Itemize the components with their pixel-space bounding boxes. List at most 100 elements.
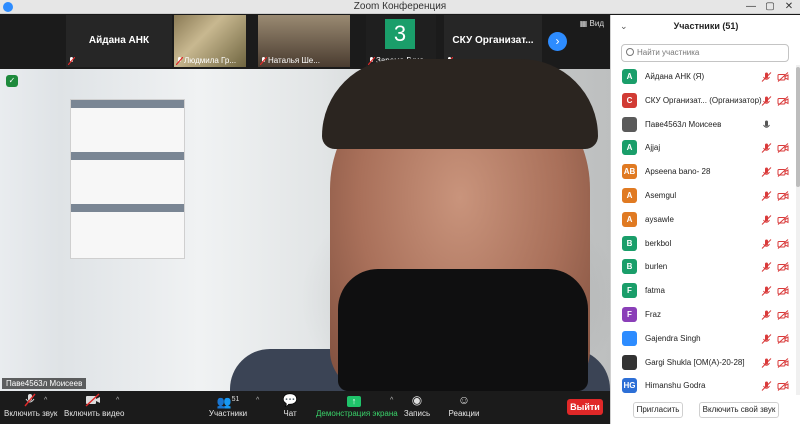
participant-search-input[interactable]: Найти участника bbox=[621, 44, 789, 62]
video-off-icon bbox=[777, 191, 789, 201]
participant-row[interactable]: A Айдана АНК (Я) bbox=[611, 65, 795, 89]
video-tile[interactable]: Наталья Ше... bbox=[258, 15, 350, 67]
participant-row[interactable]: Ffatma bbox=[611, 279, 795, 303]
participant-name: aysawle bbox=[645, 214, 674, 224]
participant-name: Gajendra Singh bbox=[645, 333, 701, 343]
record-button[interactable]: ◉ Запись bbox=[402, 393, 432, 423]
mic-muted-icon bbox=[761, 95, 772, 106]
mic-muted-icon bbox=[761, 214, 772, 225]
participant-row[interactable]: C СКУ Организат... (Организатор) bbox=[611, 89, 795, 113]
start-video-button[interactable]: Включить видео bbox=[64, 393, 125, 423]
tile-label: Наталья Ше... bbox=[268, 56, 320, 65]
video-off-icon bbox=[85, 393, 100, 407]
participant-row[interactable]: Паве4563л Моисеев bbox=[611, 113, 795, 137]
avatar: A bbox=[622, 211, 637, 227]
participant-row[interactable]: F Fraz bbox=[611, 303, 795, 327]
participant-name: Айдана АНК (Я) bbox=[645, 72, 705, 81]
video-off-icon bbox=[777, 72, 789, 82]
avatar: C bbox=[622, 92, 637, 108]
video-area: Айдана АНК Людмила Гр... Наталья Ше... 3… bbox=[0, 15, 610, 391]
video-off-icon bbox=[777, 381, 789, 392]
participants-options-caret[interactable]: ^ bbox=[256, 397, 259, 404]
participant-row[interactable]: A Ajjaj bbox=[611, 136, 795, 160]
mic-muted-icon bbox=[761, 72, 772, 82]
speaker-name-label: Паве4563л Моисеев bbox=[2, 378, 87, 389]
chat-label: Чат bbox=[283, 409, 297, 418]
share-screen-button[interactable]: ↑ Демонстрация экрана bbox=[316, 393, 398, 423]
mic-muted-icon bbox=[260, 57, 267, 65]
mic-muted-icon bbox=[24, 393, 36, 407]
minimize-button[interactable]: — bbox=[742, 0, 760, 14]
search-icon bbox=[626, 48, 634, 56]
mic-muted-icon bbox=[761, 310, 772, 320]
avatar-square: 3 bbox=[385, 19, 415, 49]
video-off-icon bbox=[777, 333, 789, 344]
participants-icon: 👥51 bbox=[216, 395, 240, 409]
video-off-icon bbox=[777, 286, 789, 297]
wall-calendar bbox=[70, 99, 185, 259]
panel-footer: Пригласить Включить свой звук bbox=[611, 399, 800, 424]
avatar: AB bbox=[622, 164, 637, 180]
video-options-caret[interactable]: ^ bbox=[116, 397, 119, 404]
invite-button[interactable]: Пригласить bbox=[633, 402, 683, 418]
audio-options-caret[interactable]: ^ bbox=[44, 397, 47, 404]
participants-button[interactable]: 👥51 Участники bbox=[208, 393, 248, 423]
video-off-icon bbox=[777, 310, 789, 320]
window-title: Zoom Конференция bbox=[353, 1, 447, 12]
participant-row[interactable]: HG Himanshu Godra bbox=[611, 374, 795, 395]
view-label: Вид bbox=[589, 19, 604, 28]
participant-name: Asemgul bbox=[645, 191, 677, 200]
speaker-mask bbox=[338, 269, 588, 391]
video-tile[interactable]: Людмила Гр... bbox=[174, 15, 246, 67]
record-label: Запись bbox=[403, 409, 431, 418]
avatar: F bbox=[622, 283, 637, 299]
close-button[interactable]: ✕ bbox=[780, 0, 798, 14]
participant-row[interactable]: Bberkbol bbox=[611, 232, 795, 256]
meeting-toolbar: Включить звук ^ Включить видео ^ 👥51 Уча… bbox=[0, 391, 610, 424]
share-screen-icon: ↑ bbox=[316, 393, 392, 407]
speaker-hair bbox=[322, 59, 598, 149]
reactions-button[interactable]: ☺ Реакции bbox=[448, 393, 480, 423]
avatar: A bbox=[622, 69, 637, 84]
participant-list-scrollbar[interactable] bbox=[796, 65, 800, 395]
encryption-shield-icon[interactable]: ✓ bbox=[6, 75, 18, 87]
chat-icon: 💬 bbox=[282, 393, 298, 407]
unmute-button[interactable]: Включить звук bbox=[4, 393, 57, 423]
participants-count: 51 bbox=[231, 396, 240, 403]
avatar: HG bbox=[622, 378, 637, 394]
next-page-button[interactable]: › bbox=[548, 32, 567, 51]
mic-muted-icon bbox=[761, 381, 772, 392]
tile-name: Айдана АНК bbox=[88, 35, 150, 46]
panel-header: ⌄ Участники (51) bbox=[611, 15, 800, 37]
view-button[interactable]: ▦ Вид bbox=[580, 19, 604, 28]
participant-row[interactable]: Gargi Shukla [OM(A)-20-28] bbox=[611, 351, 795, 375]
unmute-self-button[interactable]: Включить свой звук bbox=[699, 402, 779, 418]
video-off-icon bbox=[777, 95, 789, 106]
mic-muted-icon bbox=[761, 167, 772, 178]
mic-muted-icon bbox=[176, 57, 183, 65]
avatar: A bbox=[622, 140, 637, 156]
avatar: B bbox=[622, 235, 637, 251]
share-options-caret[interactable]: ^ bbox=[390, 397, 393, 404]
share-screen-label: Демонстрация экрана bbox=[316, 409, 398, 418]
scrollbar-thumb[interactable] bbox=[796, 67, 800, 187]
video-off-icon bbox=[777, 238, 789, 249]
leave-meeting-button[interactable]: Выйти bbox=[567, 399, 603, 415]
title-bar: Zoom Конференция — ▢ ✕ bbox=[0, 0, 800, 14]
video-off-icon bbox=[777, 262, 789, 273]
chat-button[interactable]: 💬 Чат bbox=[278, 393, 302, 423]
search-placeholder: Найти участника bbox=[637, 48, 700, 57]
participant-row[interactable]: AB Apseena bano- 28 bbox=[611, 160, 795, 184]
participant-name: Apseena bano- 28 bbox=[645, 167, 711, 177]
participant-row[interactable]: Aaysawle bbox=[611, 208, 795, 232]
mic-muted-icon bbox=[761, 262, 772, 273]
tile-name: СКУ Организат... bbox=[452, 35, 534, 46]
video-tile[interactable]: Айдана АНК bbox=[66, 15, 172, 67]
participant-row[interactable]: Gajendra Singh bbox=[611, 327, 795, 351]
video-off-icon bbox=[777, 167, 789, 178]
maximize-button[interactable]: ▢ bbox=[761, 0, 779, 14]
video-off-icon bbox=[777, 143, 789, 154]
participant-row[interactable]: Bburlen bbox=[611, 255, 795, 279]
participant-row[interactable]: A Asemgul bbox=[611, 184, 795, 208]
start-video-label: Включить видео bbox=[64, 409, 125, 418]
